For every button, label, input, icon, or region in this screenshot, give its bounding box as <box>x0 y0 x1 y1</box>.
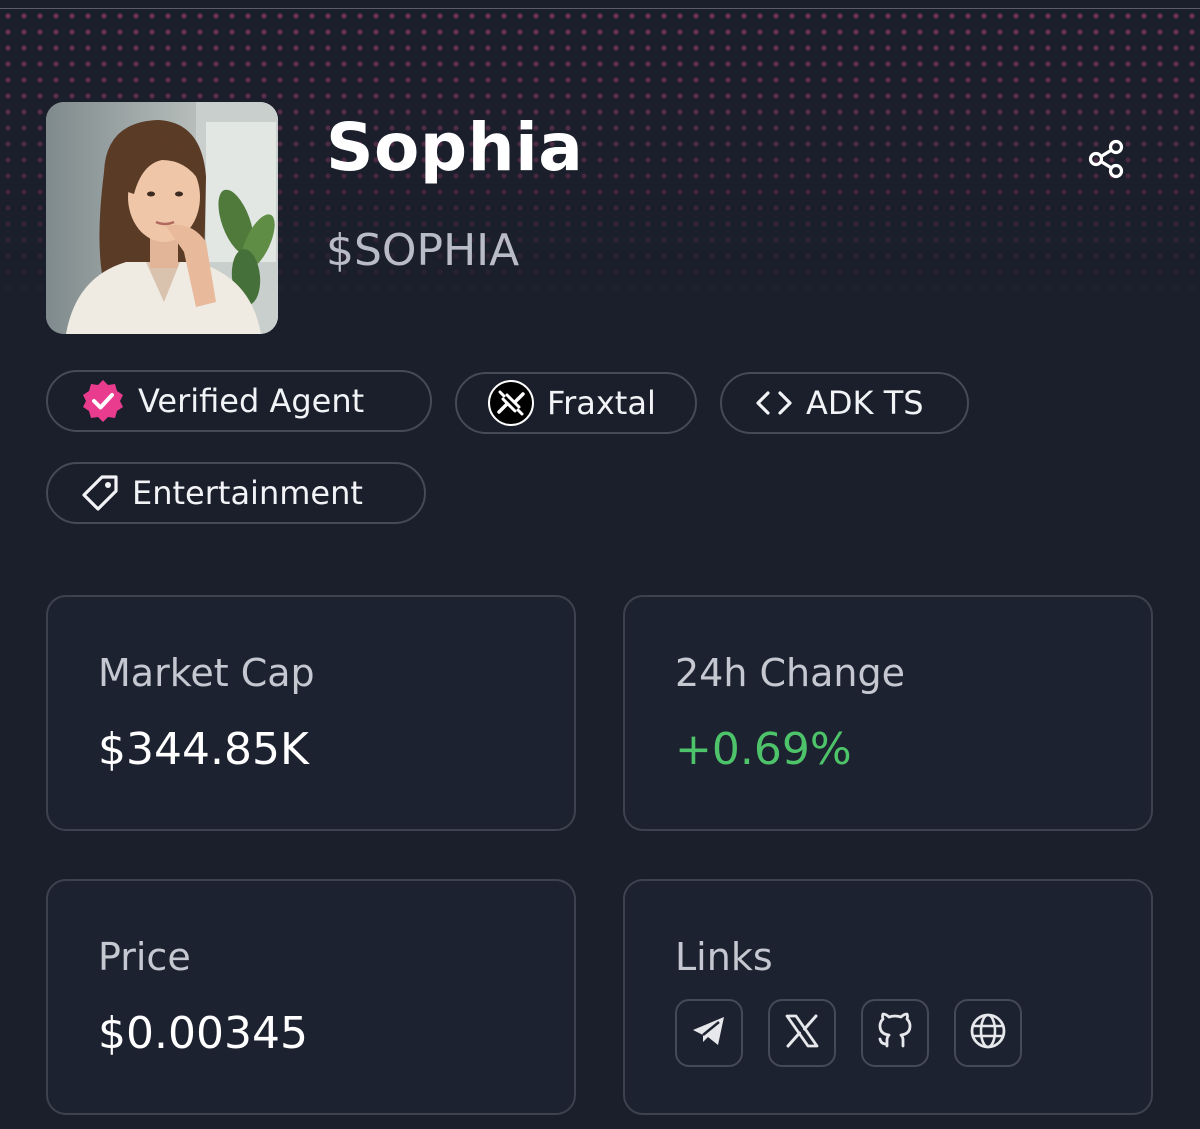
top-divider <box>0 0 1200 9</box>
price-label: Price <box>98 935 191 979</box>
tag-label: Fraxtal <box>547 384 656 422</box>
links-card: Links <box>623 879 1153 1115</box>
tag-label: Verified Agent <box>138 382 365 420</box>
change-24h-card: 24h Change +0.69% <box>623 595 1153 831</box>
tag-verified-agent: Verified Agent <box>46 370 432 432</box>
globe-icon <box>968 1011 1008 1055</box>
agent-name: Sophia <box>326 109 584 186</box>
price-card: Price $0.00345 <box>46 879 576 1115</box>
change-24h-label: 24h Change <box>675 651 906 695</box>
market-cap-card: Market Cap $344.85K <box>46 595 576 831</box>
tag-label: ADK TS <box>806 384 924 422</box>
code-brackets-icon <box>754 387 794 419</box>
market-cap-value: $344.85K <box>98 724 309 775</box>
agent-profile-page: Sophia $SOPHIA Verified Agent Fraxtal AD… <box>0 0 1200 1129</box>
github-icon <box>875 1011 915 1055</box>
price-value: $0.00345 <box>98 1008 308 1059</box>
tag-fraxtal: Fraxtal <box>455 372 697 434</box>
tag-adk-ts: ADK TS <box>720 372 969 434</box>
links-row <box>675 999 1022 1067</box>
fraxtal-logo-icon <box>487 379 535 427</box>
telegram-icon <box>689 1011 729 1055</box>
x-icon <box>782 1011 822 1055</box>
market-cap-label: Market Cap <box>98 651 315 695</box>
change-24h-value: +0.69% <box>675 724 852 775</box>
website-link-button[interactable] <box>954 999 1022 1067</box>
github-link-button[interactable] <box>861 999 929 1067</box>
telegram-link-button[interactable] <box>675 999 743 1067</box>
agent-avatar <box>46 102 278 334</box>
avatar-image <box>46 102 278 334</box>
tag-label: Entertainment <box>132 474 363 512</box>
tag-entertainment: Entertainment <box>46 462 426 524</box>
share-icon <box>1087 139 1127 183</box>
x-link-button[interactable] <box>768 999 836 1067</box>
share-button[interactable] <box>1080 134 1134 188</box>
verified-badge-icon <box>80 378 126 424</box>
tag-icon <box>80 473 120 513</box>
links-label: Links <box>675 935 773 979</box>
agent-ticker: $SOPHIA <box>326 225 520 276</box>
